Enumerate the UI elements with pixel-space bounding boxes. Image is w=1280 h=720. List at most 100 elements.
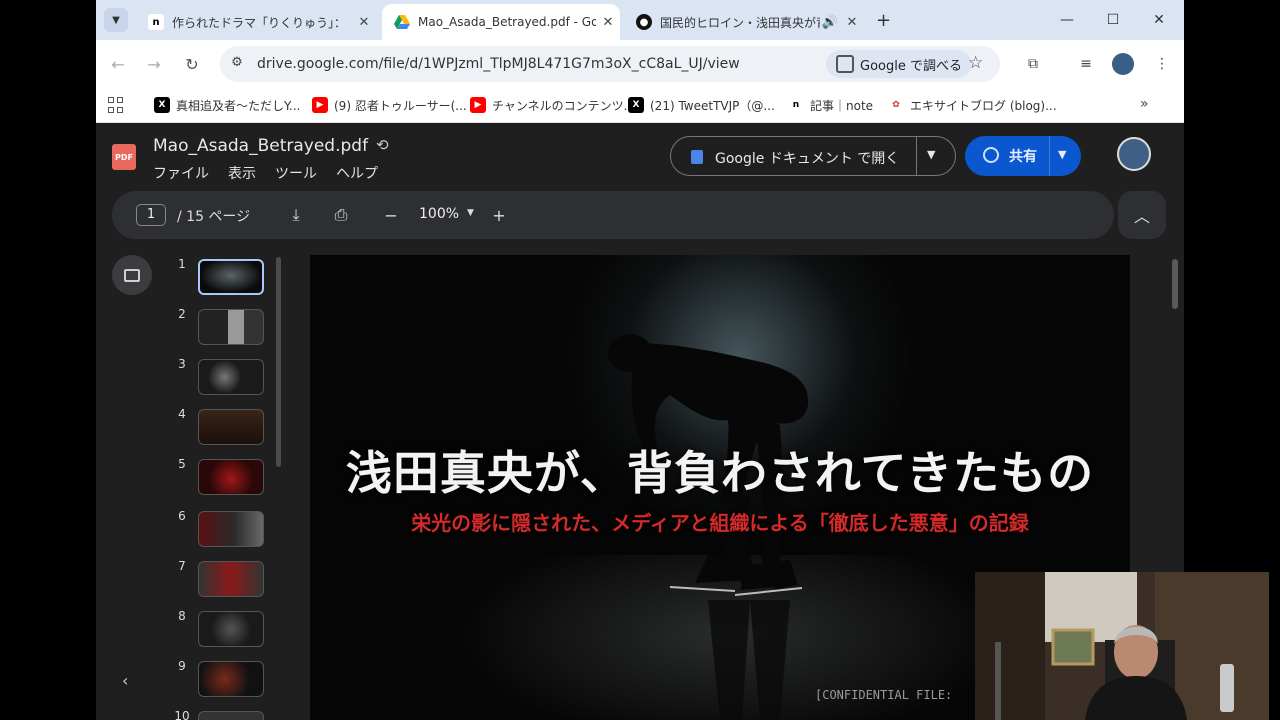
address-bar[interactable]: ⚙ drive.google.com/file/d/1WPJzml_TlpMJ8… [220,46,1000,82]
tab-0[interactable]: n 作られたドラマ「りくりゅう」： ✕ [136,4,376,40]
thumbnail-image [198,259,264,295]
minimize-button[interactable]: — [1044,6,1090,34]
zoom-level[interactable]: 100% [419,206,459,222]
page-subheadline: 栄光の影に隠された、メディアと組織による「徹底した悪意」の記録 [411,511,1029,535]
thumbnail-scrollbar[interactable] [276,257,281,467]
caret-down-icon[interactable]: ▼ [1058,148,1066,161]
zoom-out-icon[interactable]: − [381,205,401,225]
print-icon[interactable]: ⎙ [331,205,351,225]
lens-icon [836,55,854,73]
audio-tab-icon[interactable]: 🔊 [820,15,840,30]
extensions-icon[interactable]: ⧉ [1023,54,1043,74]
bookmark-item[interactable]: ▶ チャンネルのコンテンツ... [470,95,635,115]
thumbnail-item[interactable]: 9 [166,657,276,703]
thumbnail-item[interactable]: 10 [166,707,276,720]
thumbnail-image [198,661,264,697]
open-with-docs-button[interactable]: Google ドキュメント で開く ▼ [670,136,956,176]
x-icon: X [154,97,170,113]
bookmark-label: (9) 忍者トゥルーサー(... [334,98,467,113]
google-lens-button[interactable]: Google で調べる [826,50,972,78]
divider [1049,136,1050,176]
thumbnail-item[interactable]: 5 [166,455,276,501]
thumbnail-image [198,711,264,720]
site-info-icon[interactable]: ⚙ [228,55,246,73]
bookmark-item[interactable]: ✿ エキサイトブログ (blog)... [888,95,1057,115]
bookmark-item[interactable]: X 真相追及者～ただしY... [154,95,300,115]
tab-search-button[interactable]: ▼ [104,8,128,32]
tab-1[interactable]: Mao_Asada_Betrayed.pdf - Goo ✕ [382,4,620,40]
browser-toolbar: ← → ↻ ⚙ drive.google.com/file/d/1WPJzml_… [96,40,1184,88]
page-scrollbar[interactable] [1172,259,1178,309]
download-icon[interactable]: ⤓ [286,205,306,225]
thumbnail-number: 6 [178,509,186,523]
back-button[interactable]: ← [106,52,130,76]
chevron-up-icon[interactable]: ︿ [1118,191,1166,239]
drive-status-icon[interactable]: ⟲ [376,136,389,154]
excite-icon: ✿ [888,97,904,113]
thumbnail-image [198,459,264,495]
close-icon[interactable]: ✕ [840,15,864,30]
thumbnail-image [198,611,264,647]
thumbnail-number: 2 [178,307,186,321]
thumbnail-item[interactable]: 3 [166,355,276,401]
zoom-in-icon[interactable]: + [489,205,509,225]
account-avatar[interactable] [1117,137,1151,171]
forward-button[interactable]: → [142,52,166,76]
caret-down-icon[interactable]: ▼ [467,208,474,218]
google-drive-icon [394,14,410,30]
more-bookmarks-icon[interactable]: » [1140,96,1149,112]
page-number-input[interactable]: 1 [136,204,166,226]
page-headline: 浅田真央が、背負わされてきたもの [345,446,1095,500]
apps-grid-icon[interactable] [108,97,124,113]
bookmark-label: エキサイトブログ (blog)... [910,98,1057,113]
caret-down-icon[interactable]: ▼ [927,148,935,161]
reload-button[interactable]: ↻ [180,52,204,76]
thumbnail-number: 10 [174,709,190,720]
tab-title: 国民的ヒロイン・浅田真央が背 [660,15,820,30]
bookmark-label: (21) TweetTVJP（@... [650,98,775,113]
url-text: drive.google.com/file/d/1WPJzml_TlpMJ8L4… [257,56,740,72]
thumbnail-item[interactable]: 2 [166,305,276,351]
bookmark-item[interactable]: ▶ (9) 忍者トゥルーサー(... [312,95,467,115]
thumbnail-number: 8 [178,609,186,623]
menu-bar: ファイル 表示 ツール ヘルプ [153,163,397,183]
share-button[interactable]: 共有 ▼ [965,136,1081,176]
menu-file[interactable]: ファイル [153,163,209,183]
docs-icon [691,150,703,164]
google-lens-label: Google で調べる [860,58,962,74]
bookmark-item[interactable]: X (21) TweetTVJP（@... [628,95,775,115]
menu-view[interactable]: 表示 [228,163,256,183]
thumbnail-item[interactable]: 4 [166,405,276,451]
new-tab-button[interactable]: + [876,10,891,31]
note-icon: n [148,14,164,30]
left-margin [0,0,96,720]
menu-help[interactable]: ヘルプ [336,163,378,183]
thumbnail-image [198,561,264,597]
close-icon[interactable]: ✕ [596,15,620,30]
tab-2[interactable]: ● 国民的ヒロイン・浅田真央が背 🔊 ✕ [624,4,864,40]
youtube-icon: ▶ [312,97,328,113]
bookmark-item[interactable]: n 記事｜note [788,95,873,115]
thumbnail-item[interactable]: 6 [166,507,276,553]
pdf-toolbar: 1 / 15 ページ ⤓ ⎙ − 100% ▼ + [112,191,1114,239]
menu-tools[interactable]: ツール [275,163,317,183]
thumbnail-image [198,309,264,345]
close-icon[interactable]: ✕ [352,15,376,30]
bookmark-label: 真相追及者～ただしY... [176,98,301,113]
thumbnail-item[interactable]: 1 [166,255,276,301]
close-window-button[interactable]: ✕ [1136,6,1182,34]
bookmark-label: 記事｜note [810,98,874,113]
thumbnail-item[interactable]: 7 [166,557,276,603]
bookmark-label: チャンネルのコンテンツ... [492,98,636,113]
media-control-icon[interactable]: ≡ [1076,54,1096,74]
image-view-icon[interactable] [112,255,152,295]
x-icon: X [628,97,644,113]
tab-title: Mao_Asada_Betrayed.pdf - Goo [418,15,596,29]
thumbnail-image [198,511,264,547]
profile-avatar[interactable] [1112,53,1134,75]
chevron-left-icon[interactable]: ‹ [122,671,128,690]
more-menu-icon[interactable]: ⋮ [1152,54,1172,74]
thumbnail-item[interactable]: 8 [166,607,276,653]
maximize-button[interactable]: ☐ [1090,6,1136,34]
bookmark-star-icon[interactable]: ☆ [968,53,983,73]
